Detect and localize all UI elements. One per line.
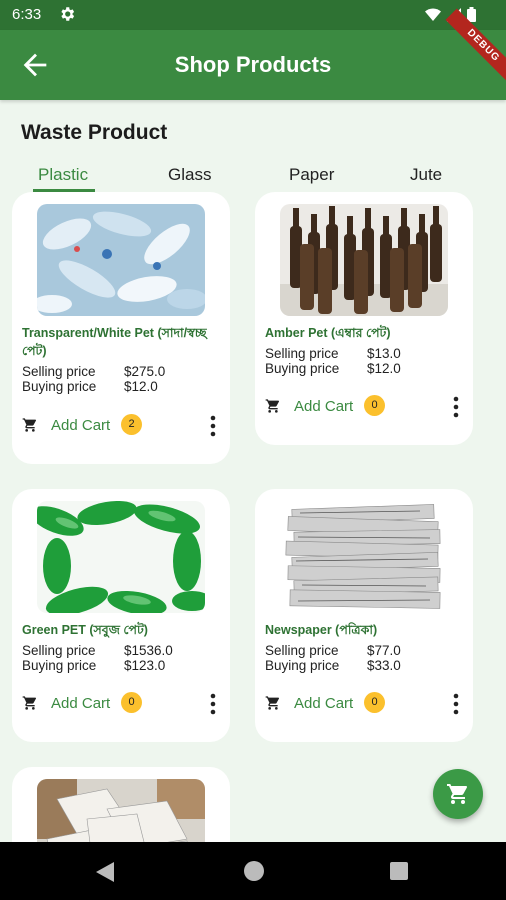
selling-price-row: Selling price $275.0 <box>22 364 165 379</box>
cart-icon <box>22 418 37 432</box>
selling-price-label: Selling price <box>265 643 339 658</box>
cart-count-badge: 0 <box>364 692 385 713</box>
product-image <box>37 501 205 613</box>
status-bar: 6:33 <box>0 0 506 30</box>
add-cart-button[interactable]: Add Cart <box>294 695 353 712</box>
cart-count-badge: 0 <box>121 692 142 713</box>
product-name: Newspaper (পত্রিকা) <box>265 623 378 637</box>
buying-price-row: Buying price $33.0 <box>265 658 401 673</box>
tab-plastic[interactable]: Plastic <box>38 165 88 185</box>
product-image <box>280 204 448 316</box>
cart-count-badge: 0 <box>364 395 385 416</box>
product-image <box>37 204 205 316</box>
selling-price-label: Selling price <box>265 346 339 361</box>
add-cart-button[interactable]: Add Cart <box>51 417 110 434</box>
shopping-cart-icon <box>447 784 468 804</box>
product-card[interactable]: Transparent/White Pet (সাদা/স্বচ্ছ পেট) … <box>12 192 230 464</box>
card-actions: Add Cart 2 <box>22 413 222 439</box>
selling-price-value: $1536.0 <box>124 643 173 658</box>
selling-price-label: Selling price <box>22 643 96 658</box>
cart-count-badge: 2 <box>121 414 142 435</box>
product-name: Green PET (সবুজ পেট) <box>22 623 148 637</box>
product-image <box>280 501 448 613</box>
selling-price-value: $77.0 <box>367 643 401 658</box>
more-vert-icon[interactable] <box>210 693 216 715</box>
selling-price-row: Selling price $1536.0 <box>22 643 173 658</box>
selling-price-row: Selling price $77.0 <box>265 643 401 658</box>
buying-price-value: $12.0 <box>124 379 158 394</box>
tab-glass[interactable]: Glass <box>168 165 211 185</box>
card-actions: Add Cart 0 <box>265 394 465 420</box>
product-card[interactable]: Newspaper (পত্রিকা) Selling price $77.0 B… <box>255 489 473 742</box>
nav-back-icon[interactable] <box>96 862 114 882</box>
add-cart-button[interactable]: Add Cart <box>51 695 110 712</box>
nav-recents-icon[interactable] <box>390 862 408 880</box>
card-actions: Add Cart 0 <box>265 691 465 717</box>
selling-price-value: $13.0 <box>367 346 401 361</box>
buying-price-label: Buying price <box>265 658 340 673</box>
buying-price-row: Buying price $12.0 <box>265 361 401 376</box>
app-bar: Shop Products DEBUG <box>0 8 506 100</box>
product-card[interactable]: Green PET (সবুজ পেট) Selling price $1536.… <box>12 489 230 742</box>
buying-price-row: Buying price $123.0 <box>22 658 165 673</box>
cart-icon <box>265 399 280 413</box>
cart-icon <box>265 696 280 710</box>
buying-price-row: Buying price $12.0 <box>22 379 158 394</box>
page-title: Shop Products <box>174 52 332 77</box>
cart-icon <box>22 696 37 710</box>
buying-price-value: $12.0 <box>367 361 401 376</box>
wifi-icon <box>425 8 441 21</box>
status-time: 6:33 <box>12 6 42 23</box>
card-actions: Add Cart 0 <box>22 691 222 717</box>
selling-price-label: Selling price <box>22 364 96 379</box>
buying-price-value: $33.0 <box>367 658 401 673</box>
settings-gear-icon <box>61 7 75 21</box>
selling-price-row: Selling price $13.0 <box>265 346 401 361</box>
product-name: Amber Pet (এম্বার পেট) <box>265 326 391 340</box>
buying-price-label: Buying price <box>22 658 97 673</box>
system-nav-bar <box>0 842 506 900</box>
section-title: Waste Product <box>21 121 168 144</box>
category-tabs: Plastic Glass Paper Jute <box>0 165 506 192</box>
more-vert-icon[interactable] <box>453 693 459 715</box>
product-name: Transparent/White Pet (সাদা/স্বচ্ছ পেট) <box>22 326 207 358</box>
selling-price-value: $275.0 <box>124 364 166 379</box>
buying-price-label: Buying price <box>22 379 97 394</box>
buying-price-value: $123.0 <box>124 658 166 673</box>
cart-fab-button[interactable] <box>433 769 483 819</box>
more-vert-icon[interactable] <box>453 396 459 418</box>
buying-price-label: Buying price <box>265 361 340 376</box>
tab-jute[interactable]: Jute <box>410 165 442 185</box>
product-card[interactable]: Amber Pet (এম্বার পেট) Selling price $13.… <box>255 192 473 445</box>
add-cart-button[interactable]: Add Cart <box>294 398 353 415</box>
nav-home-icon[interactable] <box>244 861 264 881</box>
tab-paper[interactable]: Paper <box>289 165 334 185</box>
more-vert-icon[interactable] <box>210 415 216 437</box>
